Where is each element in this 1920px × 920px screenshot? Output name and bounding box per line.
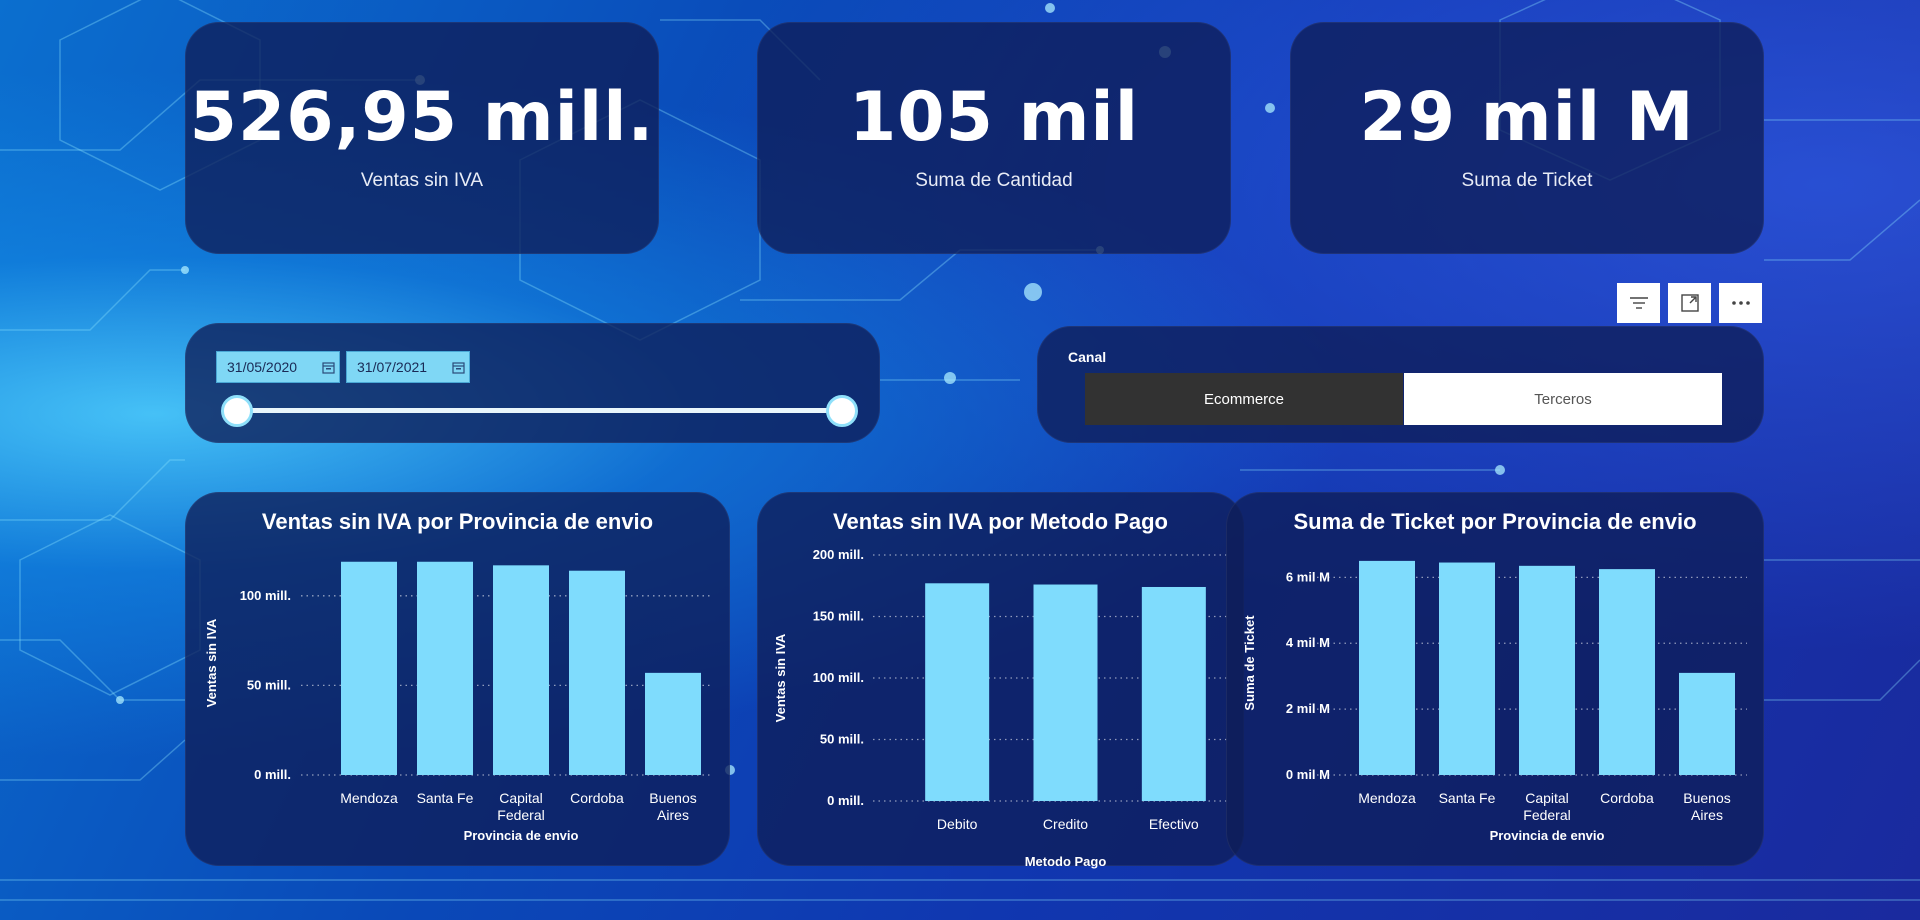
- bar-credito[interactable]: [1033, 584, 1098, 801]
- y-tick-label: 0 mil M: [1286, 767, 1330, 782]
- calendar-icon[interactable]: [320, 358, 336, 376]
- y-tick-label: 0 mill.: [254, 767, 291, 782]
- visual-header-toolbar: [1617, 283, 1762, 323]
- bar-capital-federal[interactable]: [493, 565, 549, 775]
- x-tick-label: Credito: [1043, 816, 1088, 832]
- x-tick-label: Buenos: [649, 790, 696, 806]
- y-tick-label: 100 mill.: [240, 588, 291, 603]
- x-tick-label: Efectivo: [1149, 816, 1199, 832]
- y-axis-title: Suma de Ticket: [1242, 615, 1257, 711]
- bar-capital-federal[interactable]: [1519, 565, 1575, 775]
- bar-cordoba[interactable]: [1599, 569, 1655, 775]
- end-date-value: 31/07/2021: [357, 359, 428, 375]
- x-tick-label: Santa Fe: [1439, 790, 1496, 806]
- start-date-value: 31/05/2020: [227, 359, 298, 375]
- canal-slicer: Canal Ecommerce Terceros: [1037, 326, 1764, 443]
- date-slider-start-handle[interactable]: [221, 395, 253, 427]
- more-options-icon: [1731, 301, 1750, 305]
- y-tick-label: 0 mill.: [827, 793, 864, 808]
- bar-buenos-aires[interactable]: [1679, 672, 1735, 775]
- more-options-button[interactable]: [1719, 283, 1762, 323]
- chart-ventas-provincia: Ventas sin IVA por Provincia de envio 0 …: [185, 492, 730, 866]
- filter-button[interactable]: [1617, 283, 1660, 323]
- y-axis-title: Ventas sin IVA: [773, 633, 788, 722]
- kpi-value: 526,95 mill.: [189, 78, 655, 157]
- kpi-card-ticket: 29 mil M Suma de Ticket: [1290, 22, 1764, 254]
- date-range-slicer: 31/05/2020 31/07/2021: [185, 323, 880, 443]
- x-tick-label: Aires: [1691, 807, 1723, 823]
- x-tick-label: Buenos: [1683, 790, 1730, 806]
- end-date-input[interactable]: 31/07/2021: [346, 351, 470, 383]
- calendar-icon[interactable]: [450, 358, 466, 376]
- x-axis-title: Provincia de envio: [1490, 828, 1605, 843]
- kpi-label: Suma de Ticket: [1461, 170, 1593, 191]
- date-slider-track[interactable]: [236, 408, 841, 413]
- y-tick-label: 6 mil M: [1286, 569, 1330, 584]
- x-tick-label: Capital: [499, 790, 543, 806]
- kpi-card-ventas: 526,95 mill. Ventas sin IVA: [185, 22, 659, 254]
- canal-option-ecommerce[interactable]: Ecommerce: [1085, 373, 1403, 425]
- y-tick-label: 150 mill.: [813, 609, 864, 624]
- focus-mode-button[interactable]: [1668, 283, 1711, 323]
- bar-mendoza[interactable]: [1359, 560, 1415, 775]
- y-tick-label: 4 mil M: [1286, 635, 1330, 650]
- x-tick-label: Mendoza: [1358, 790, 1416, 806]
- chart-plot: 0 mill. 50 mill. 100 mill. 150 mill. 200 mil…: [773, 547, 1228, 869]
- y-axis-title: Ventas sin IVA: [204, 618, 219, 707]
- bar-santa-fe[interactable]: [1439, 562, 1495, 775]
- filter-icon: [1629, 297, 1648, 309]
- kpi-label: Suma de Cantidad: [915, 170, 1073, 191]
- x-tick-label: Cordoba: [1600, 790, 1654, 806]
- bar-efectivo[interactable]: [1141, 586, 1206, 801]
- canal-slicer-title: Canal: [1068, 349, 1107, 365]
- y-tick-label: 100 mill.: [813, 670, 864, 685]
- y-tick-label: 50 mill.: [247, 677, 291, 692]
- kpi-card-cantidad: 105 mil Suma de Cantidad: [757, 22, 1231, 254]
- chart-plot: 0 mill. 50 mill. 100 mill. Mendoza Santa Fe C…: [204, 561, 711, 843]
- start-date-input[interactable]: 31/05/2020: [216, 351, 340, 383]
- x-tick-label: Aires: [657, 807, 689, 823]
- kpi-value: 105 mil: [848, 78, 1140, 157]
- x-tick-label: Mendoza: [340, 790, 398, 806]
- bar-buenos-aires[interactable]: [645, 672, 701, 775]
- x-tick-label: Federal: [1523, 807, 1570, 823]
- bar-cordoba[interactable]: [569, 570, 625, 775]
- kpi-value: 29 mil M: [1359, 78, 1695, 157]
- chart-ticket-provincia: Suma de Ticket por Provincia de envio 0 …: [1226, 492, 1764, 866]
- chart-ventas-metodo-pago: Ventas sin IVA por Metodo Pago 0 mill. 50…: [757, 492, 1244, 869]
- bar-mendoza[interactable]: [341, 561, 397, 775]
- x-tick-label: Santa Fe: [417, 790, 474, 806]
- chart-plot: 0 mil M 2 mil M 4 mil M 6 mil M Mendoza Santa…: [1242, 560, 1747, 843]
- focus-mode-icon: [1680, 294, 1699, 312]
- y-tick-label: 2 mil M: [1286, 701, 1330, 716]
- x-tick-label: Capital: [1525, 790, 1569, 806]
- x-tick-label: Debito: [937, 816, 978, 832]
- x-tick-label: Cordoba: [570, 790, 624, 806]
- x-tick-label: Federal: [497, 807, 544, 823]
- bar-santa-fe[interactable]: [417, 561, 473, 775]
- y-tick-label: 200 mill.: [813, 547, 864, 562]
- canal-option-terceros[interactable]: Terceros: [1404, 373, 1722, 425]
- date-slider-end-handle[interactable]: [826, 395, 858, 427]
- kpi-label: Ventas sin IVA: [360, 170, 484, 191]
- x-axis-title: Provincia de envio: [464, 828, 579, 843]
- y-tick-label: 50 mill.: [820, 732, 864, 747]
- bar-debito[interactable]: [925, 583, 990, 801]
- x-axis-title: Metodo Pago: [1025, 854, 1107, 869]
